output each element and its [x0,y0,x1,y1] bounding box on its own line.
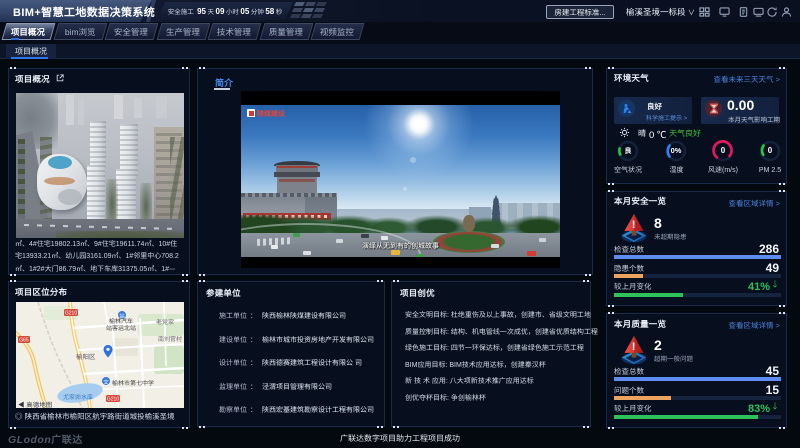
svg-text:文: 文 [103,378,109,386]
svg-text:G210: G210 [107,396,119,403]
svg-text:!: ! [632,341,636,353]
svg-text:G210: G210 [65,310,77,317]
svg-text:G65: G65 [19,337,29,344]
svg-text:!: ! [632,219,636,231]
